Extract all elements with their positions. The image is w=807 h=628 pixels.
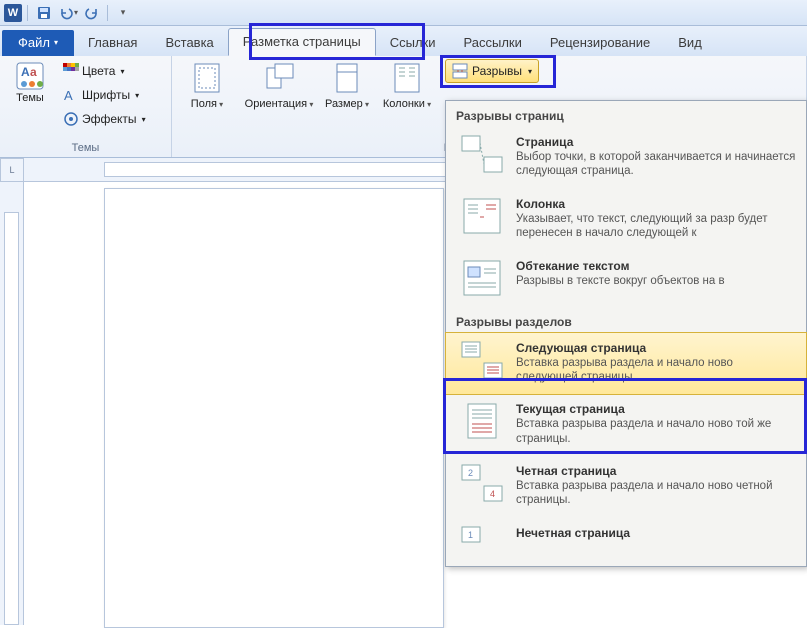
orientation-label: Ориентация	[245, 98, 314, 110]
quick-access-toolbar: ▾ ▾	[33, 3, 134, 23]
svg-text:A: A	[21, 65, 30, 79]
redo-icon	[84, 5, 100, 21]
qat-separator	[107, 5, 108, 21]
breaks-icon	[452, 63, 468, 79]
orientation-icon	[263, 62, 295, 94]
dropdown-item-title: Обтекание текстом	[516, 259, 796, 273]
breaks-label: Разрывы	[472, 64, 522, 78]
tab-file[interactable]: Файл	[2, 30, 74, 56]
tab-page-layout[interactable]: Разметка страницы	[228, 28, 376, 56]
dropdown-item-title: Следующая страница	[516, 341, 796, 355]
dropdown-item-desc: Вставка разрыва раздела и начало ново сл…	[516, 356, 796, 385]
effects-label: Эффекты	[82, 112, 137, 126]
save-icon	[36, 5, 52, 21]
themes-label: Темы	[16, 92, 44, 104]
next-page-section-icon	[460, 341, 504, 379]
word-logo-icon: W	[4, 4, 22, 22]
dropdown-item-desc: Разрывы в тексте вокруг объектов на в	[516, 274, 796, 288]
size-button[interactable]: Размер	[322, 60, 372, 110]
odd-page-section-icon: 1	[460, 526, 504, 564]
columns-label: Колонки	[383, 98, 431, 110]
ribbon-group-themes: Aa Темы Цвета▾ A Шрифты▾ Эффекты▾ Темы	[0, 56, 172, 157]
orientation-button[interactable]: Ориентация	[242, 60, 316, 110]
dropdown-item-odd-page[interactable]: 1 Нечетная страница	[446, 518, 806, 566]
title-bar: W ▾ ▾	[0, 0, 807, 26]
colors-icon	[63, 63, 79, 79]
themes-icon: Aa	[14, 60, 46, 92]
dropdown-item-continuous[interactable]: Текущая страницаВставка разрыва раздела …	[446, 394, 806, 456]
margins-label: Поля	[191, 98, 223, 110]
dropdown-item-title: Текущая страница	[516, 402, 796, 416]
text-wrapping-break-icon	[460, 259, 504, 297]
column-break-icon	[460, 197, 504, 235]
themes-button[interactable]: Aa Темы	[6, 60, 54, 104]
svg-text:A: A	[64, 88, 73, 103]
theme-fonts-button[interactable]: A Шрифты▾	[60, 84, 149, 106]
even-page-section-icon: 24	[460, 464, 504, 502]
redo-button[interactable]	[81, 3, 103, 23]
tab-home[interactable]: Главная	[74, 30, 151, 56]
tab-view[interactable]: Вид	[664, 30, 716, 56]
theme-colors-button[interactable]: Цвета▾	[60, 60, 149, 82]
size-icon	[331, 62, 363, 94]
continuous-section-icon	[460, 402, 504, 440]
dropdown-item-title: Нечетная страница	[516, 526, 796, 540]
dropdown-item-title: Колонка	[516, 197, 796, 211]
dropdown-item-text-wrapping[interactable]: Обтекание текстомРазрывы в тексте вокруг…	[446, 251, 806, 307]
qat-customize-button[interactable]: ▾	[112, 3, 134, 23]
breaks-button[interactable]: Разрывы	[445, 59, 539, 83]
dropdown-item-desc: Выбор точки, в которой заканчивается и н…	[516, 150, 796, 179]
document-page[interactable]	[104, 188, 444, 628]
dropdown-item-desc: Вставка разрыва раздела и начало ново че…	[516, 479, 796, 508]
tab-review[interactable]: Рецензирование	[536, 30, 664, 56]
svg-text:a: a	[30, 65, 37, 79]
qat-separator	[27, 5, 28, 21]
dropdown-item-even-page[interactable]: 24 Четная страницаВставка разрыва раздел…	[446, 456, 806, 518]
vertical-ruler[interactable]	[0, 182, 24, 625]
margins-icon	[191, 62, 223, 94]
margins-button[interactable]: Поля	[178, 60, 236, 110]
tab-insert[interactable]: Вставка	[151, 30, 227, 56]
themes-group-label: Темы	[6, 140, 165, 155]
columns-icon	[391, 62, 423, 94]
effects-icon	[63, 111, 79, 127]
dropdown-item-desc: Указывает, что текст, следующий за разр …	[516, 212, 796, 241]
dropdown-item-column[interactable]: КолонкаУказывает, что текст, следующий з…	[446, 189, 806, 251]
colors-label: Цвета	[82, 64, 115, 78]
dropdown-item-desc: Вставка разрыва раздела и начало ново то…	[516, 417, 796, 446]
dropdown-section-page-breaks: Разрывы страниц	[446, 101, 806, 127]
ribbon-tabs: Файл Главная Вставка Разметка страницы С…	[0, 26, 807, 56]
dropdown-section-section-breaks: Разрывы разделов	[446, 307, 806, 333]
save-button[interactable]	[33, 3, 55, 23]
svg-text:2: 2	[468, 468, 473, 478]
ruler-corner[interactable]: L	[0, 158, 24, 182]
tab-mailings[interactable]: Рассылки	[450, 30, 536, 56]
theme-effects-button[interactable]: Эффекты▾	[60, 108, 149, 130]
columns-button[interactable]: Колонки	[378, 60, 436, 110]
breaks-dropdown: Разрывы страниц СтраницаВыбор точки, в к…	[445, 100, 807, 567]
tab-references[interactable]: Ссылки	[376, 30, 450, 56]
undo-icon	[58, 5, 73, 21]
dropdown-item-title: Страница	[516, 135, 796, 149]
fonts-icon: A	[63, 87, 79, 103]
dropdown-item-title: Четная страница	[516, 464, 796, 478]
svg-text:1: 1	[468, 530, 473, 540]
dropdown-item-next-page[interactable]: Следующая страницаВставка разрыва раздел…	[445, 332, 807, 396]
dropdown-item-page[interactable]: СтраницаВыбор точки, в которой заканчива…	[446, 127, 806, 189]
svg-text:4: 4	[490, 489, 495, 499]
size-label: Размер	[325, 98, 369, 110]
page-break-icon	[460, 135, 504, 173]
undo-button[interactable]: ▾	[57, 3, 79, 23]
fonts-label: Шрифты	[82, 88, 130, 102]
